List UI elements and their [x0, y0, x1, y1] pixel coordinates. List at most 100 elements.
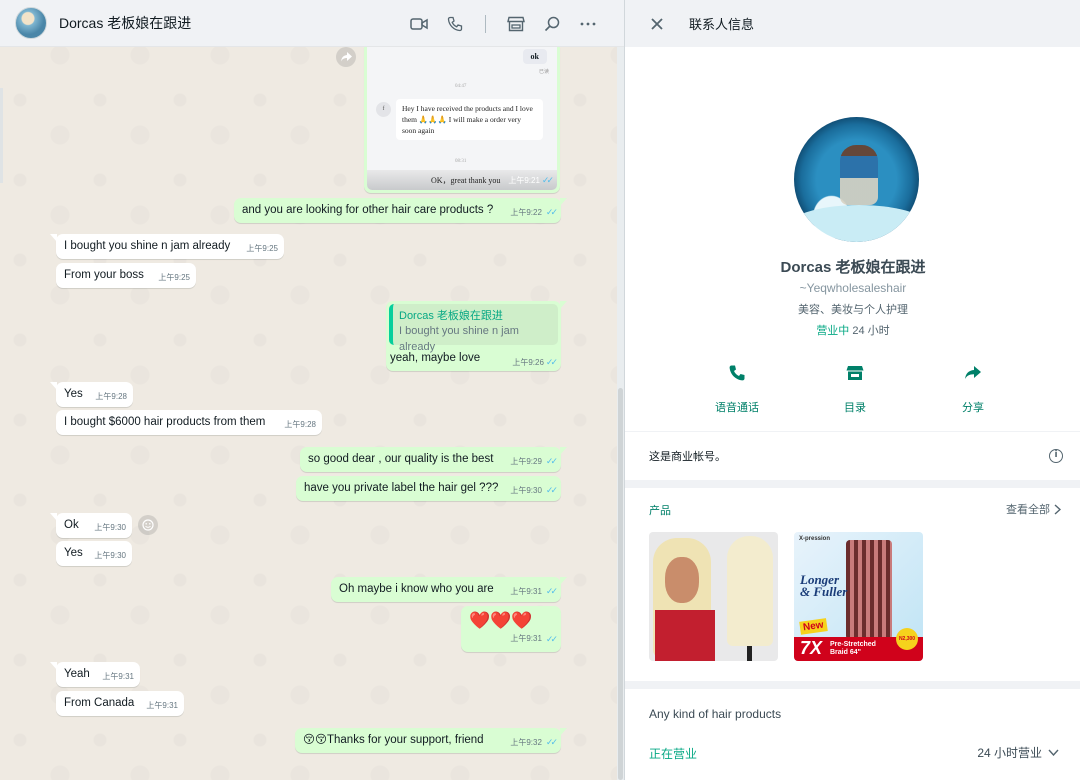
- quoted-text: I bought you shine n jam already: [399, 325, 519, 353]
- read-ticks-icon: ✓✓: [545, 207, 558, 217]
- catalog-label: 目录: [844, 402, 866, 414]
- read-ticks-icon: ✓✓: [545, 634, 558, 644]
- view-all-products-link[interactable]: 查看全部: [1006, 501, 1061, 517]
- voice-call-button[interactable]: 语音通话: [678, 361, 796, 415]
- message-text: Yes: [64, 388, 83, 400]
- business-account-row[interactable]: 这是商业帐号。 i: [625, 432, 1080, 480]
- quoted-sender: Dorcas 老板娘在跟进: [399, 310, 503, 322]
- message-text: I bought you shine n jam already: [64, 240, 231, 252]
- reply-text: yeah, maybe love: [390, 352, 481, 364]
- image-message[interactable]: ok 已读 04:47 f Hey I have received the pr…: [364, 47, 560, 193]
- menu-icon[interactable]: [570, 6, 606, 42]
- message-text: Ok: [64, 519, 79, 531]
- bubble-tail: [50, 382, 57, 390]
- message-text: ❤️❤️❤️: [469, 611, 533, 630]
- bubble-tail: [560, 577, 567, 585]
- read-ticks-icon: ✓✓: [541, 175, 554, 185]
- read-ticks-icon: ✓✓: [545, 586, 558, 596]
- profile-name: Dorcas 老板娘在跟进: [780, 259, 926, 276]
- message-text: From your boss: [64, 269, 144, 281]
- chat-scrollbar-thumb[interactable]: [618, 388, 623, 780]
- product-thumbnail-braid[interactable]: X-pression Longer & Fuller New 7X Pre-Str…: [794, 532, 923, 661]
- open-status: 正在营业: [649, 747, 698, 761]
- outgoing-message[interactable]: ❤️❤️❤️ 上午9:31 ✓✓: [461, 606, 561, 652]
- share-label: 分享: [962, 402, 984, 414]
- contact-info-title: 联系人信息: [689, 17, 755, 32]
- outgoing-message[interactable]: 😚😚Thanks for your support, friend 上午9:32 ✓…: [295, 728, 567, 753]
- incoming-message[interactable]: Yeah 上午9:31: [50, 662, 140, 687]
- products-title: 产品: [649, 505, 671, 517]
- close-icon[interactable]: [645, 12, 669, 36]
- forward-icon[interactable]: [336, 47, 356, 67]
- message-time: 上午9:25: [158, 273, 190, 282]
- info-icon[interactable]: i: [1049, 449, 1063, 463]
- message-text: Oh maybe i know who you are: [339, 583, 494, 595]
- profile-actions: 语音通话 目录 分享: [625, 361, 1080, 415]
- message-time: 上午9:32 ✓✓: [510, 735, 558, 750]
- quoted-message[interactable]: Dorcas 老板娘在跟进 I bought you shine n jam a…: [389, 304, 558, 353]
- catalog-icon[interactable]: [498, 6, 534, 42]
- chat-panel: Dorcas 老板娘在跟进 ok 已读 04:47 f Hey I have r…: [0, 0, 624, 780]
- read-ticks-icon: ✓✓: [545, 456, 558, 466]
- share-button[interactable]: 分享: [914, 361, 1032, 415]
- braid-7x-label: 7X: [800, 638, 823, 658]
- contact-name[interactable]: Dorcas 老板娘在跟进: [59, 13, 191, 33]
- message-time: 上午9:30: [94, 551, 126, 560]
- model-face: [665, 557, 699, 603]
- header-divider: [485, 14, 486, 33]
- message-text: have you private label the hair gel ???: [304, 482, 499, 494]
- incoming-message[interactable]: From Canada 上午9:31: [56, 691, 184, 716]
- message-time: 上午9:28: [95, 392, 127, 401]
- image-bottom-text: OK，great thank you: [431, 176, 501, 185]
- outgoing-message[interactable]: Oh maybe i know who you are 上午9:31 ✓✓: [331, 577, 567, 602]
- products-card: 产品 查看全部 X-pression Longer & Fuller New 7X…: [625, 488, 1080, 681]
- status-hours: 24 小时: [852, 325, 890, 337]
- message-text: I bought $6000 hair products from them: [64, 416, 266, 428]
- message-time: 上午9:31: [146, 701, 178, 710]
- incoming-message[interactable]: Yes 上午9:28: [50, 382, 133, 407]
- phone-icon[interactable]: [437, 6, 473, 42]
- outgoing-message[interactable]: and you are looking for other hair care …: [234, 198, 567, 223]
- voice-call-label: 语音通话: [715, 402, 759, 414]
- new-badge: New: [799, 618, 828, 635]
- braid-subtitle: Pre-Stretched Braid 64": [830, 641, 876, 656]
- catalog-icon: [843, 361, 867, 385]
- message-time: 上午9:31 ✓✓: [510, 584, 558, 599]
- search-icon[interactable]: [534, 6, 570, 42]
- emoji-reaction-icon[interactable]: [138, 515, 158, 535]
- braid-title: Longer & Fuller: [800, 572, 848, 599]
- incoming-message[interactable]: Yes 上午9:30: [56, 541, 132, 566]
- screenshot-image[interactable]: ok 已读 04:47 f Hey I have received the pr…: [367, 47, 557, 190]
- message-text: Yes: [64, 547, 83, 559]
- bubble-tail: [50, 234, 57, 242]
- image-sender-avatar: f: [376, 102, 391, 117]
- message-text: Yeah: [64, 668, 90, 680]
- incoming-message[interactable]: I bought $6000 hair products from them 上午…: [56, 410, 322, 435]
- bubble-tail: [560, 198, 567, 206]
- business-account-note: 这是商业帐号。: [649, 451, 726, 463]
- video-icon[interactable]: [401, 6, 437, 42]
- message-time: 上午9:28: [284, 420, 316, 429]
- message-time: 上午9:31: [102, 672, 134, 681]
- message-time: 上午9:31 ✓✓: [510, 629, 558, 649]
- braid-price-badge: N2,300: [896, 628, 918, 650]
- message-time: 上午9:21 ✓✓: [508, 175, 554, 185]
- reply-message[interactable]: Dorcas 老板娘在跟进 I bought you shine n jam a…: [386, 301, 567, 371]
- catalog-button[interactable]: 目录: [796, 361, 914, 415]
- contact-avatar[interactable]: [15, 7, 47, 39]
- incoming-message[interactable]: I bought you shine n jam already 上午9:25: [50, 234, 284, 259]
- outgoing-message[interactable]: have you private label the hair gel ??? 上…: [296, 476, 561, 501]
- business-hours-dropdown[interactable]: 24 小时营业: [977, 744, 1059, 761]
- chevron-right-icon: [1054, 503, 1061, 515]
- profile-photo[interactable]: [794, 117, 919, 242]
- braid-brand: X-pression: [799, 536, 831, 542]
- incoming-message[interactable]: Ok 上午9:30: [50, 513, 132, 538]
- image-ok-bubble: ok: [522, 49, 547, 64]
- chat-header[interactable]: Dorcas 老板娘在跟进: [0, 0, 624, 47]
- message-time: 上午9:29 ✓✓: [510, 454, 558, 469]
- message-time: 上午9:25: [246, 244, 278, 253]
- product-thumbnail-wig[interactable]: [649, 532, 778, 661]
- incoming-message[interactable]: From your boss 上午9:25: [56, 263, 196, 288]
- outgoing-message[interactable]: so good dear , our quality is the best 上午…: [300, 447, 567, 472]
- message-time: 上午9:26 ✓✓: [512, 357, 558, 367]
